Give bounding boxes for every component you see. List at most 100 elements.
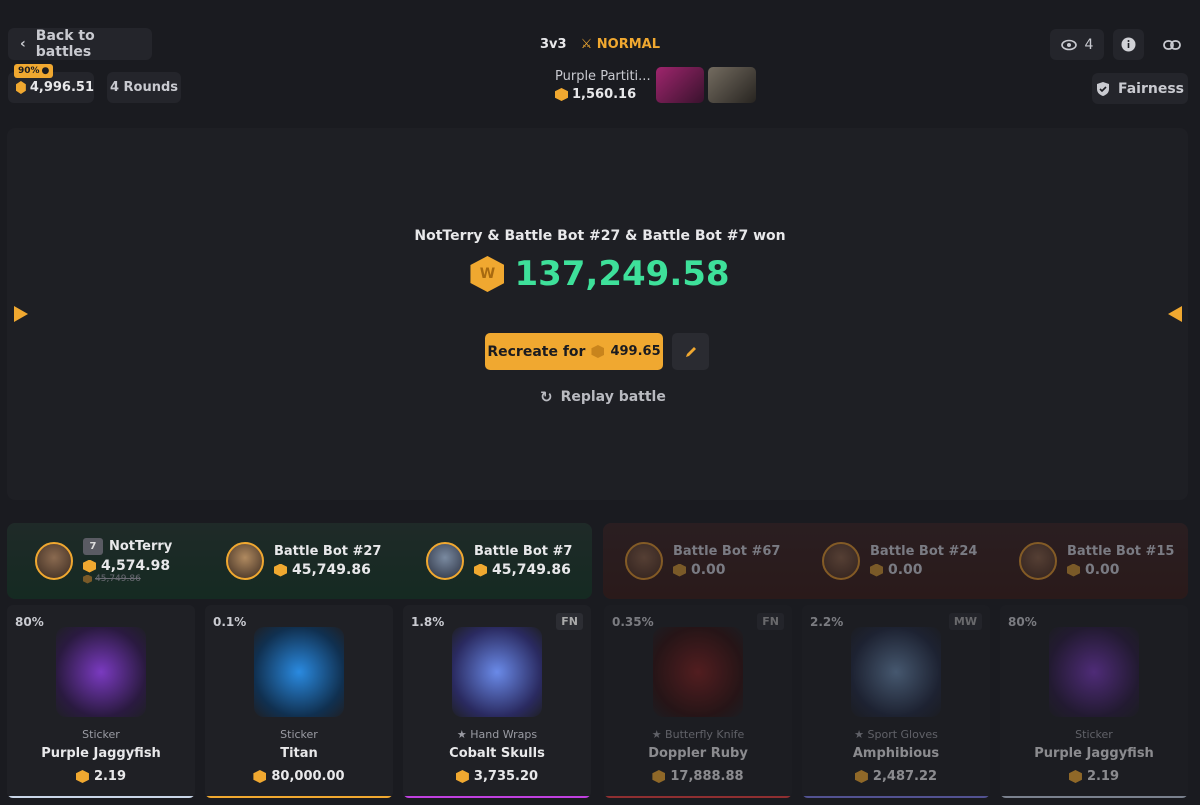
item-price: 2,487.22 — [802, 769, 990, 784]
item-card[interactable]: 0.35% FN ★ Butterfly Knife Doppler Ruby … — [604, 605, 792, 798]
player-name: NotTerry — [109, 539, 173, 554]
back-to-battles-button[interactable]: ‹ Back to battles — [8, 28, 152, 60]
item-price-value: 2,487.22 — [872, 769, 938, 784]
replay-battle-button[interactable]: ↻ Replay battle — [540, 388, 666, 406]
battle-cost-value: 4,996.51 — [29, 80, 94, 95]
item-price-value: 80,000.00 — [271, 769, 345, 784]
drop-chance: 2.2% — [810, 615, 844, 629]
copy-link-button[interactable] — [1156, 29, 1187, 60]
chevron-left-icon: ‹ — [20, 36, 26, 52]
item-image — [452, 627, 542, 717]
case-price-value: 1,560.16 — [572, 87, 637, 102]
player-card[interactable]: Battle Bot #15 0.00 — [1019, 523, 1174, 599]
item-name: Amphibious — [852, 746, 940, 761]
case-image-current[interactable] — [490, 66, 546, 106]
battle-mode: 3v3 ⚔ NORMAL — [540, 37, 660, 52]
fairness-label: Fairness — [1117, 80, 1185, 97]
item-card[interactable]: 80% Sticker Purple Jaggyfish 2.19 — [1000, 605, 1188, 798]
player-name: Battle Bot #15 — [1067, 544, 1175, 559]
replay-icon: ↻ — [540, 388, 553, 406]
avatar — [625, 542, 663, 580]
viewers-value: 4 — [1084, 36, 1094, 53]
avatar — [35, 542, 73, 580]
coin-icon — [83, 574, 92, 584]
avatar — [822, 542, 860, 580]
viewers-count: 4 — [1050, 29, 1104, 60]
player-card[interactable]: Battle Bot #27 45,749.86 — [226, 523, 381, 599]
recreate-label: Recreate for — [487, 343, 586, 360]
player-value: 45,749.86 — [292, 562, 371, 578]
recreate-button[interactable]: Recreate for 499.65 — [485, 333, 663, 370]
player-card[interactable]: Battle Bot #24 0.00 — [822, 523, 977, 599]
item-price-value: 2.19 — [1086, 769, 1120, 784]
coin-icon — [474, 563, 487, 577]
item-name: Titan — [280, 746, 318, 761]
play-arrow-right-icon — [1168, 306, 1182, 322]
avatar — [1019, 542, 1057, 580]
discount-badge: 90% ● — [14, 64, 54, 78]
mode-size: 3v3 — [540, 37, 567, 52]
player-value: 0.00 — [691, 562, 726, 578]
coin-icon — [1068, 770, 1082, 783]
winner-text: NotTerry & Battle Bot #27 & Battle Bot #… — [414, 228, 786, 244]
player-name: Battle Bot #24 — [870, 544, 978, 559]
coin-icon — [16, 81, 26, 94]
drop-chance: 80% — [15, 615, 44, 629]
mode-name-text: NORMAL — [596, 37, 660, 52]
coin-icon — [455, 770, 469, 783]
rarity-bar — [1000, 796, 1188, 798]
coin-icon — [591, 345, 605, 358]
item-price-value: 2.19 — [93, 769, 127, 784]
item-image — [56, 627, 146, 717]
player-value: 4,574.98 — [101, 558, 171, 574]
case-price: 1,560.16 — [555, 87, 636, 102]
item-card[interactable]: 1.8% FN ★ Hand Wraps Cobalt Skulls 3,735… — [403, 605, 591, 798]
item-card[interactable]: 2.2% MW ★ Sport Gloves Amphibious 2,487.… — [802, 605, 990, 798]
item-type: Sticker — [280, 728, 318, 741]
item-card[interactable]: 0.1% Sticker Titan 80,000.00 — [205, 605, 393, 798]
shield-icon — [1096, 81, 1109, 96]
avatar — [226, 542, 264, 580]
rarity-bar — [403, 796, 591, 798]
player-old-value: 45,749.86 — [95, 574, 141, 584]
case-image-3[interactable] — [708, 67, 756, 103]
coin-icon: W — [470, 256, 505, 292]
fairness-button[interactable]: Fairness — [1092, 73, 1188, 104]
pencil-icon — [685, 346, 696, 357]
player-name: Battle Bot #27 — [274, 544, 382, 559]
item-price: 80,000.00 — [205, 769, 393, 784]
info-icon — [1121, 37, 1136, 52]
discount-value: 90% — [18, 66, 40, 76]
replay-label: Replay battle — [560, 389, 666, 405]
coin-icon — [555, 88, 568, 101]
coin-icon — [253, 770, 267, 783]
rarity-bar — [802, 796, 990, 798]
rarity-bar — [7, 796, 195, 798]
item-type: ★ Sport Gloves — [854, 728, 938, 741]
info-button[interactable] — [1113, 29, 1144, 60]
item-price: 3,735.20 — [403, 769, 591, 784]
rarity-bar — [205, 796, 393, 798]
item-price: 2.19 — [7, 769, 195, 784]
player-name: Battle Bot #67 — [673, 544, 781, 559]
case-image-2[interactable] — [656, 67, 704, 103]
player-card[interactable]: Battle Bot #67 0.00 — [625, 523, 780, 599]
coin-icon — [274, 563, 287, 577]
back-label: Back to battles — [35, 28, 95, 60]
item-price-value: 17,888.88 — [670, 769, 744, 784]
item-price: 2.19 — [1000, 769, 1188, 784]
case-name: Purple Partiti... — [555, 69, 651, 84]
swords-icon: ⚔ — [580, 37, 593, 52]
player-card[interactable]: Battle Bot #7 45,749.86 — [426, 523, 572, 599]
player-value: 0.00 — [888, 562, 923, 578]
item-name: Purple Jaggyfish — [41, 746, 161, 761]
mode-name: ⚔ NORMAL — [581, 37, 660, 52]
item-price: 17,888.88 — [604, 769, 792, 784]
item-card[interactable]: 80% Sticker Purple Jaggyfish 2.19 — [7, 605, 195, 798]
item-price-value: 3,735.20 — [473, 769, 539, 784]
drop-chance: 0.1% — [213, 615, 247, 629]
coin-icon — [854, 770, 868, 783]
player-card[interactable]: 7 NotTerry 4,574.98 45,749.86 — [35, 523, 172, 599]
link-icon — [1162, 39, 1181, 50]
edit-button[interactable] — [672, 333, 709, 370]
